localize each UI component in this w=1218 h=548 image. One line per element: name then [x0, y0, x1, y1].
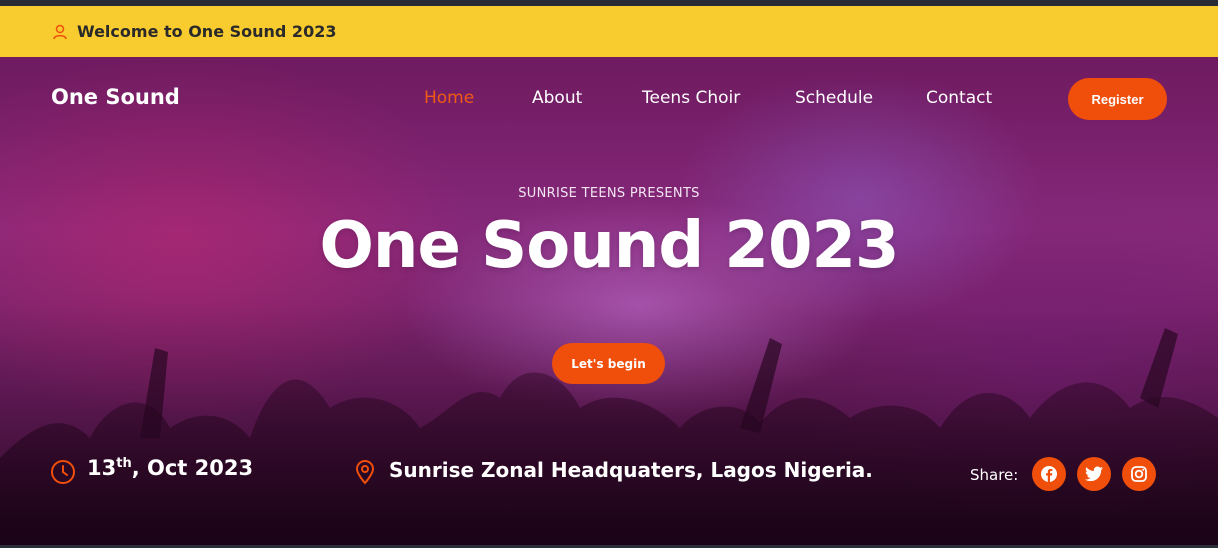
nav-schedule[interactable]: Schedule [795, 88, 873, 108]
brand-logo[interactable]: One Sound [51, 85, 180, 109]
hero-title: One Sound 2023 [319, 209, 899, 283]
welcome-bar: Welcome to One Sound 2023 [0, 6, 1218, 57]
nav-about[interactable]: About [532, 88, 582, 108]
navbar: One Sound Home About Teens Choir Schedul… [0, 57, 1218, 141]
clock-icon [50, 459, 76, 485]
hero-section: One Sound Home About Teens Choir Schedul… [0, 57, 1218, 548]
hero-presents: SUNRISE TEENS PRESENTS [518, 186, 700, 201]
event-location: Sunrise Zonal Headquaters, Lagos Nigeria… [389, 458, 873, 482]
share-label: Share: [970, 466, 1019, 484]
map-pin-icon [354, 459, 376, 485]
nav-contact[interactable]: Contact [926, 88, 992, 108]
event-date: 13th, Oct 2023 [87, 456, 254, 480]
user-icon [51, 23, 69, 41]
event-info-row: 13th, Oct 2023 Sunrise Zonal Headquaters… [0, 452, 1218, 502]
register-button[interactable]: Register [1068, 78, 1167, 120]
instagram-icon[interactable] [1122, 457, 1156, 491]
facebook-icon[interactable] [1032, 457, 1066, 491]
lets-begin-button[interactable]: Let's begin [552, 343, 665, 384]
nav-teens-choir[interactable]: Teens Choir [642, 88, 740, 108]
welcome-text: Welcome to One Sound 2023 [77, 22, 337, 41]
nav-home[interactable]: Home [424, 88, 474, 108]
twitter-icon[interactable] [1077, 457, 1111, 491]
